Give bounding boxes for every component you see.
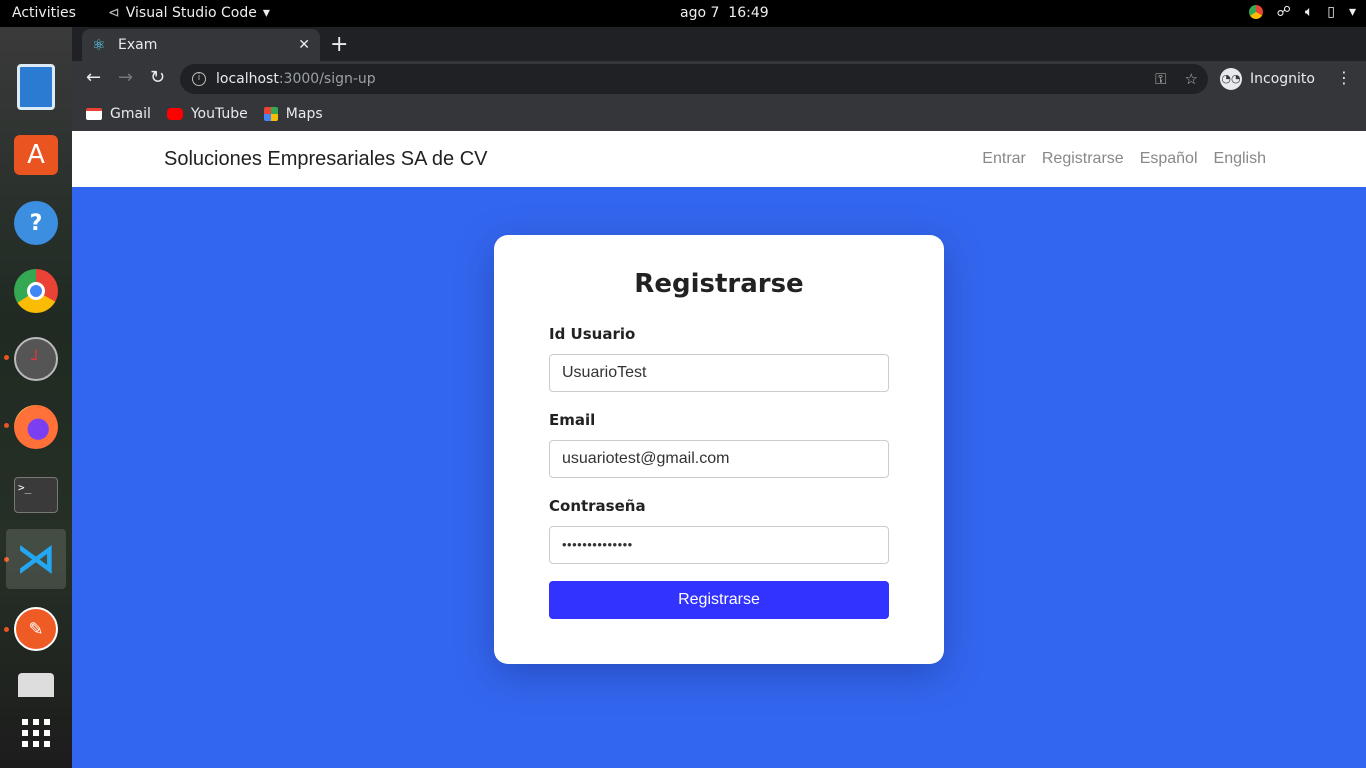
drive-icon — [18, 673, 54, 697]
app-grid-icon — [22, 719, 50, 747]
bookmark-label: Gmail — [110, 106, 151, 122]
bookmark-gmail[interactable]: Gmail — [86, 106, 151, 122]
dock-item-software[interactable]: A — [6, 125, 66, 185]
chevron-down-icon: ▾ — [262, 5, 270, 21]
reload-icon[interactable]: ↻ — [150, 67, 165, 88]
nav-link-login[interactable]: Entrar — [982, 150, 1026, 168]
dock-item-chrome[interactable] — [6, 261, 66, 321]
clock-icon: ┘ — [14, 337, 58, 381]
star-icon[interactable]: ☆ — [1185, 70, 1198, 88]
nav-link-spanish[interactable]: Español — [1140, 150, 1198, 168]
web-page: Soluciones Empresariales SA de CV Entrar… — [72, 131, 1366, 768]
email-label: Email — [549, 411, 596, 429]
maps-icon — [263, 107, 278, 121]
info-icon[interactable]: i — [192, 72, 206, 86]
chrome-tray-icon[interactable] — [1248, 5, 1263, 19]
terminal-icon: >_ — [14, 477, 58, 513]
system-tray[interactable]: ☍ 🔈︎ ▯ ▾ — [1248, 4, 1356, 20]
bookmark-label: Maps — [285, 106, 323, 122]
tab-strip: ⚛ Exam ✕ + — [72, 27, 1366, 61]
date-text: ago 7 — [680, 5, 720, 21]
site-navbar: Soluciones Empresariales SA de CV Entrar… — [72, 131, 1366, 187]
clock[interactable]: ago 7 16:49 — [680, 5, 769, 21]
bookmark-maps[interactable]: Maps — [263, 106, 323, 122]
browser-toolbar: ← → ↻ i localhost:3000/sign-up ⚿ ☆ ◔◔ In… — [72, 61, 1366, 97]
bookmarks-bar: Gmail YouTube Maps — [72, 97, 1366, 131]
writer-icon — [17, 64, 55, 110]
dock-item-firefox[interactable] — [6, 397, 66, 457]
dock-item-vscode[interactable]: ⋊ — [6, 529, 66, 589]
dock-item-writer[interactable] — [6, 57, 66, 117]
chevron-down-icon[interactable]: ▾ — [1349, 4, 1356, 20]
volume-icon[interactable]: 🔈︎ — [1305, 4, 1313, 20]
chrome-icon — [14, 269, 58, 313]
react-icon: ⚛ — [92, 36, 106, 54]
firefox-icon — [14, 405, 58, 449]
activities-button[interactable]: Activities — [12, 5, 76, 21]
key-icon[interactable]: ⚿ — [1155, 70, 1166, 88]
new-tab-button[interactable]: + — [330, 32, 348, 57]
app-menu[interactable]: ⊲ Visual Studio Code ▾ — [108, 5, 270, 21]
bookmark-label: YouTube — [190, 106, 248, 122]
tab-title: Exam — [118, 37, 158, 53]
app-menu-label: Visual Studio Code — [125, 5, 257, 21]
email-input[interactable]: usuariotest@gmail.com — [549, 440, 889, 478]
software-store-icon: A — [14, 135, 58, 175]
site-brand[interactable]: Soluciones Empresariales SA de CV — [164, 148, 488, 171]
signup-card: Registrarse Id Usuario UsuarioTest Email… — [494, 235, 944, 664]
tab-exam[interactable]: ⚛ Exam ✕ — [82, 29, 320, 61]
dock-item-clock[interactable]: ┘ — [6, 329, 66, 389]
postman-icon: ✎ — [14, 607, 58, 651]
dock-item-postman[interactable]: ✎ — [6, 599, 66, 659]
incognito-profile-button[interactable]: ◔◔ Incognito — [1220, 64, 1325, 94]
user-id-label: Id Usuario — [549, 325, 636, 343]
register-button[interactable]: Registrarse — [549, 581, 889, 619]
system-top-bar: Activities ⊲ Visual Studio Code ▾ ago 7 … — [0, 0, 1366, 27]
address-bar[interactable]: i localhost:3000/sign-up ⚿ ☆ — [180, 64, 1208, 94]
time-text: 16:49 — [728, 5, 769, 21]
help-icon: ? — [14, 201, 58, 245]
vscode-small-icon: ⊲ — [108, 5, 120, 21]
network-icon[interactable]: ☍ — [1277, 4, 1291, 20]
close-icon[interactable]: ✕ — [298, 37, 310, 53]
user-id-input[interactable]: UsuarioTest — [549, 354, 889, 392]
youtube-icon — [166, 108, 183, 120]
nav-links: Entrar Registrarse Español English — [982, 150, 1266, 168]
dock: A ? ┘ >_ ⋊ ✎ — [0, 27, 72, 768]
dock-item-terminal[interactable]: >_ — [6, 465, 66, 525]
nav-link-english[interactable]: English — [1214, 150, 1266, 168]
back-arrow-icon[interactable]: ← — [86, 67, 101, 88]
nav-link-register[interactable]: Registrarse — [1042, 150, 1124, 168]
url-path: :3000/sign-up — [278, 71, 376, 87]
forward-arrow-icon[interactable]: → — [118, 67, 133, 88]
show-apps-button[interactable] — [6, 703, 66, 763]
kebab-menu-icon[interactable]: ⋮ — [1336, 68, 1352, 87]
dock-item-help[interactable]: ? — [6, 193, 66, 253]
dock-item-files[interactable] — [6, 667, 66, 697]
browser-window: ⚛ Exam ✕ + ← → ↻ i localhost:3000/sign-u… — [72, 27, 1366, 131]
battery-icon[interactable]: ▯ — [1327, 4, 1335, 20]
vscode-icon: ⋊ — [16, 536, 56, 582]
form-title: Registrarse — [634, 269, 804, 299]
incognito-label: Incognito — [1250, 71, 1315, 87]
incognito-icon: ◔◔ — [1220, 68, 1242, 90]
url-host: localhost — [216, 71, 279, 87]
gmail-icon — [86, 108, 102, 120]
bookmark-youtube[interactable]: YouTube — [166, 106, 248, 122]
password-input[interactable]: •••••••••••••• — [549, 526, 889, 564]
password-label: Contraseña — [549, 497, 646, 515]
